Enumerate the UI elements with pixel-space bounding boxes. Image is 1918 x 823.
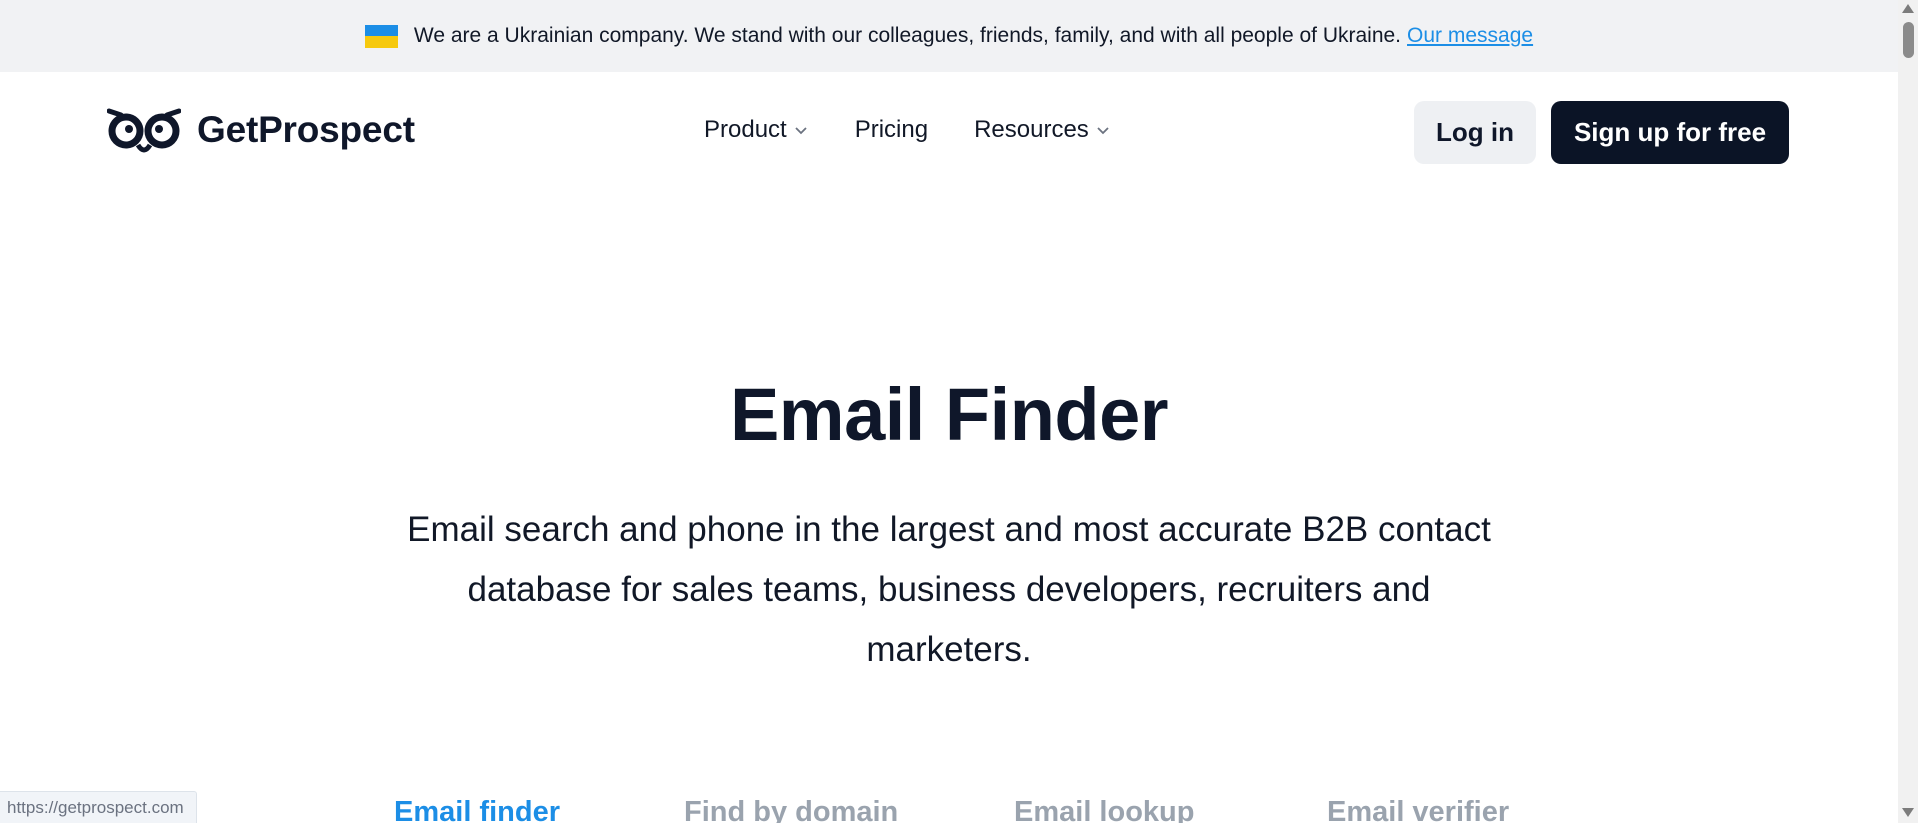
brand-name: GetProspect <box>197 109 415 150</box>
nav-item-pricing[interactable]: Pricing <box>855 116 928 144</box>
login-button[interactable]: Log in <box>1414 101 1536 164</box>
our-message-link[interactable]: Our message <box>1407 24 1533 48</box>
scroll-up-arrow-icon[interactable] <box>1902 4 1914 13</box>
tab-email-verifier[interactable]: Email verifier <box>1327 796 1509 823</box>
nav-pricing-label: Pricing <box>854 116 929 143</box>
hero-subtitle: Email search and phone in the largest an… <box>407 510 1491 669</box>
nav-item-resources[interactable]: Resources <box>974 116 1111 144</box>
owl-logo-icon <box>107 108 181 153</box>
status-bar-url: https://getprospect.com <box>0 791 197 823</box>
signup-button[interactable]: Sign up for free <box>1551 101 1789 164</box>
scroll-down-arrow-icon[interactable] <box>1902 808 1914 817</box>
logo[interactable]: GetProspect <box>107 105 415 155</box>
vertical-scrollbar[interactable] <box>1898 0 1918 823</box>
tab-email-finder[interactable]: Email finder <box>394 796 560 823</box>
nav-item-product[interactable]: Product <box>704 116 809 144</box>
main-nav: Product Pricing Resources <box>704 116 1157 144</box>
chevron-down-icon <box>1097 127 1109 135</box>
nav-resources-label: Resources <box>974 116 1089 143</box>
chevron-down-icon <box>795 127 807 135</box>
banner-message: We are a Ukrainian company. We stand wit… <box>413 24 1402 47</box>
tab-find-by-domain[interactable]: Find by domain <box>684 796 898 823</box>
ukraine-flag-icon <box>364 24 398 48</box>
page-title: Email Finder <box>729 373 1169 456</box>
scroll-thumb[interactable] <box>1903 22 1914 58</box>
tab-email-lookup[interactable]: Email lookup <box>1014 796 1194 823</box>
site-header: GetProspect Product Pricing Resources Lo… <box>0 72 1898 194</box>
nav-product-label: Product <box>704 116 787 143</box>
ukraine-banner: We are a Ukrainian company. We stand wit… <box>0 0 1898 72</box>
